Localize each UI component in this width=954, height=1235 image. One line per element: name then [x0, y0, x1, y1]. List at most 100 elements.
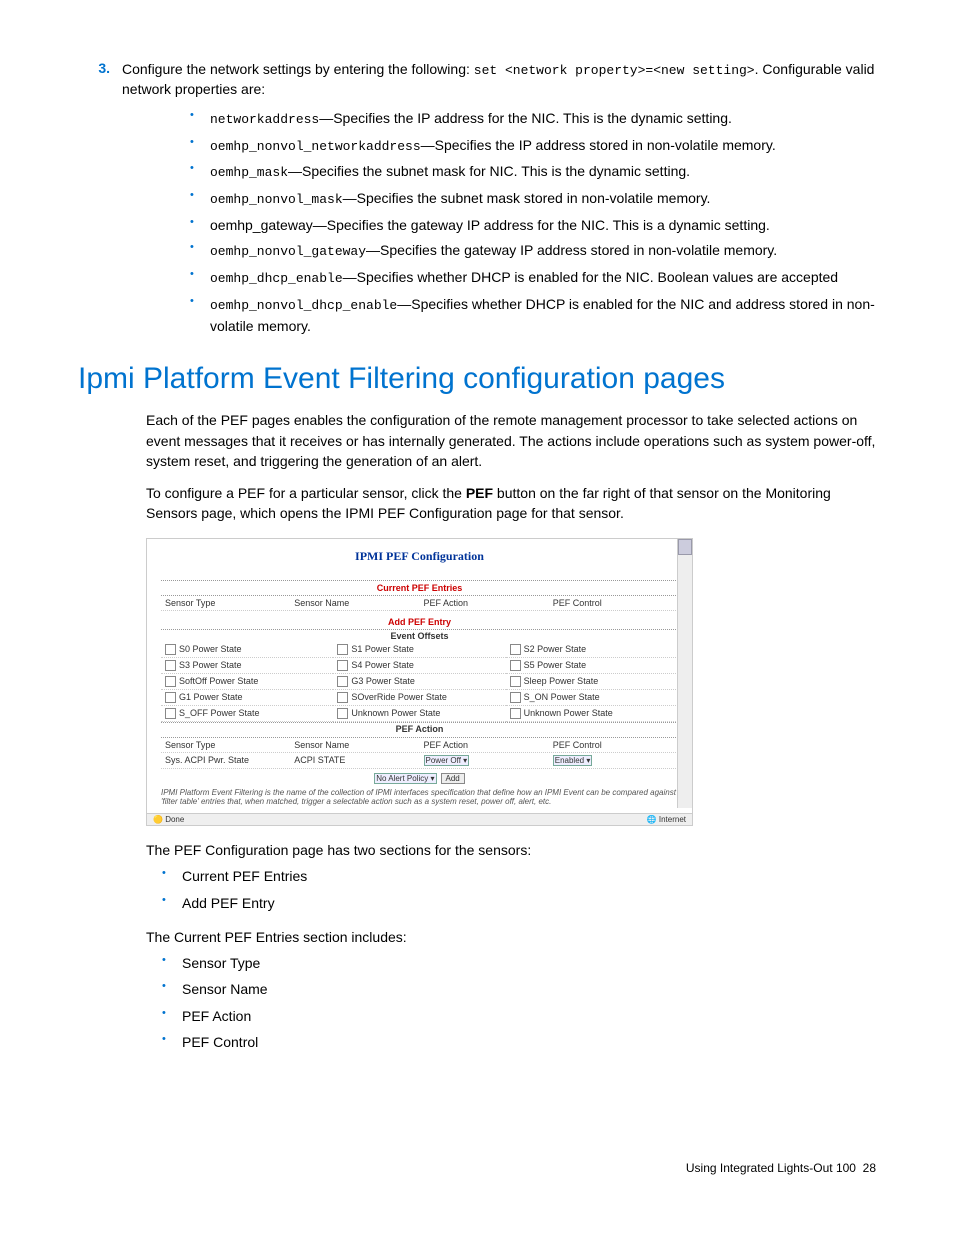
col-sensor-name: Sensor Name [290, 596, 419, 610]
page-footer: Using Integrated Lights-Out 100 28 [686, 1161, 876, 1175]
col-pef-action: PEF Action [420, 596, 549, 610]
section-heading: Ipmi Platform Event Filtering configurat… [78, 362, 876, 396]
alert-policy-select[interactable]: No Alert Policy ▾ [374, 773, 436, 784]
screenshot-description: IPMI Platform Event Filtering is the nam… [161, 788, 678, 807]
cell-pef-action: Power Off ▾ [420, 753, 549, 768]
cell-pef-control: Enabled ▾ [549, 753, 678, 768]
checkbox-icon[interactable] [510, 644, 521, 655]
list-item: oemhp_nonvol_gateway—Specifies the gatew… [182, 240, 876, 262]
offset-label: S_ON Power State [524, 692, 600, 702]
list-item: Sensor Name [154, 979, 876, 999]
col-sensor-type: Sensor Type [161, 738, 290, 752]
list-item: Current PEF Entries [154, 866, 876, 886]
checkbox-icon[interactable] [165, 692, 176, 703]
offset-label: S_OFF Power State [179, 708, 260, 718]
offset-label: Sleep Power State [524, 676, 599, 686]
offset-checkbox-item[interactable]: S2 Power State [506, 642, 678, 658]
footer-text: Using Integrated Lights-Out 100 [686, 1161, 856, 1175]
numbered-step: 3. Configure the network settings by ent… [78, 60, 876, 100]
checkbox-icon[interactable] [337, 708, 348, 719]
pef-action-select[interactable]: Power Off ▾ [424, 755, 470, 766]
offsets-grid: S0 Power State S1 Power State S2 Power S… [161, 642, 678, 722]
scrollbar[interactable] [677, 539, 692, 808]
add-entry-heading: Add PEF Entry [147, 617, 692, 627]
checkbox-icon[interactable] [510, 676, 521, 687]
status-bar: 🟡 Done 🌐 Internet [147, 813, 692, 825]
sections-list: Current PEF Entries Add PEF Entry [154, 866, 876, 913]
checkbox-icon[interactable] [165, 708, 176, 719]
prop-desc: —Specifies the IP address stored in non-… [421, 137, 776, 153]
col-sensor-name: Sensor Name [290, 738, 419, 752]
list-item: PEF Control [154, 1032, 876, 1052]
pef-bold: PEF [466, 485, 493, 501]
checkbox-icon[interactable] [165, 644, 176, 655]
offset-checkbox-item[interactable]: SOverRide Power State [333, 690, 505, 706]
screenshot-title: IPMI PEF Configuration [147, 549, 692, 564]
status-done: 🟡 Done [153, 815, 184, 824]
col-sensor-type: Sensor Type [161, 596, 290, 610]
offset-checkbox-item[interactable]: S3 Power State [161, 658, 333, 674]
add-button[interactable]: Add [441, 773, 465, 784]
prop-desc: —Specifies the IP address for the NIC. T… [319, 110, 732, 126]
offset-checkbox-item[interactable]: G3 Power State [333, 674, 505, 690]
status-internet: 🌐 Internet [647, 815, 686, 824]
step-number: 3. [78, 60, 110, 100]
table-header-row: Sensor Type Sensor Name PEF Action PEF C… [161, 738, 678, 753]
page-number: 28 [863, 1161, 876, 1175]
list-item: oemhp_mask—Specifies the subnet mask for… [182, 161, 876, 183]
prop-desc: —Specifies the gateway IP address for th… [313, 217, 770, 233]
current-entries-heading: Current PEF Entries [147, 583, 692, 593]
offset-checkbox-item[interactable]: S0 Power State [161, 642, 333, 658]
checkbox-icon[interactable] [165, 660, 176, 671]
cell-sensor-type: Sys. ACPI Pwr. State [161, 753, 290, 768]
cell-sensor-name: ACPI STATE [290, 753, 419, 768]
checkbox-icon[interactable] [337, 676, 348, 687]
checkbox-icon[interactable] [165, 676, 176, 687]
list-item: oemhp_nonvol_networkaddress—Specifies th… [182, 135, 876, 157]
offset-checkbox-item[interactable]: S5 Power State [506, 658, 678, 674]
offset-checkbox-item[interactable]: SoftOff Power State [161, 674, 333, 690]
list-item: PEF Action [154, 1006, 876, 1026]
prop-code: oemhp_nonvol_mask [210, 192, 343, 207]
checkbox-icon[interactable] [337, 692, 348, 703]
scroll-thumb[interactable] [678, 539, 692, 555]
offset-label: S0 Power State [179, 644, 242, 654]
offset-checkbox-item[interactable]: Unknown Power State [506, 706, 678, 722]
body-paragraph: The Current PEF Entries section includes… [146, 927, 876, 947]
offset-checkbox-item[interactable]: G1 Power State [161, 690, 333, 706]
table-header-row: Sensor Type Sensor Name PEF Action PEF C… [161, 596, 678, 611]
offset-label: S5 Power State [524, 660, 587, 670]
checkbox-icon[interactable] [510, 660, 521, 671]
offset-checkbox-item[interactable]: S4 Power State [333, 658, 505, 674]
prop-code: oemhp_gateway [210, 217, 313, 233]
offset-checkbox-item[interactable]: S_OFF Power State [161, 706, 333, 722]
step-command: set <network property>=<new setting> [474, 63, 755, 78]
list-item: networkaddress—Specifies the IP address … [182, 108, 876, 130]
prop-code: oemhp_nonvol_gateway [210, 244, 366, 259]
offset-label: SoftOff Power State [179, 676, 258, 686]
step-text-before: Configure the network settings by enteri… [122, 61, 474, 77]
pef-action-heading: PEF Action [161, 722, 678, 735]
checkbox-icon[interactable] [510, 708, 521, 719]
offset-checkbox-item[interactable]: Unknown Power State [333, 706, 505, 722]
pef-control-select[interactable]: Enabled ▾ [553, 755, 593, 766]
checkbox-icon[interactable] [337, 644, 348, 655]
prop-desc: —Specifies the subnet mask stored in non… [343, 190, 711, 206]
checkbox-icon[interactable] [337, 660, 348, 671]
step-text: Configure the network settings by enteri… [122, 60, 876, 100]
offset-checkbox-item[interactable]: S_ON Power State [506, 690, 678, 706]
offset-label: SOverRide Power State [351, 692, 447, 702]
prop-code: oemhp_nonvol_networkaddress [210, 139, 421, 154]
list-item: Sensor Type [154, 953, 876, 973]
prop-desc: —Specifies whether DHCP is enabled for t… [343, 269, 838, 285]
offset-label: S3 Power State [179, 660, 242, 670]
offset-label: G3 Power State [351, 676, 415, 686]
checkbox-icon[interactable] [510, 692, 521, 703]
offset-label: G1 Power State [179, 692, 243, 702]
col-pef-control: PEF Control [549, 596, 678, 610]
offset-checkbox-item[interactable]: S1 Power State [333, 642, 505, 658]
col-pef-action: PEF Action [420, 738, 549, 752]
offset-checkbox-item[interactable]: Sleep Power State [506, 674, 678, 690]
prop-code: oemhp_dhcp_enable [210, 271, 343, 286]
event-offsets-heading: Event Offsets [161, 629, 678, 642]
